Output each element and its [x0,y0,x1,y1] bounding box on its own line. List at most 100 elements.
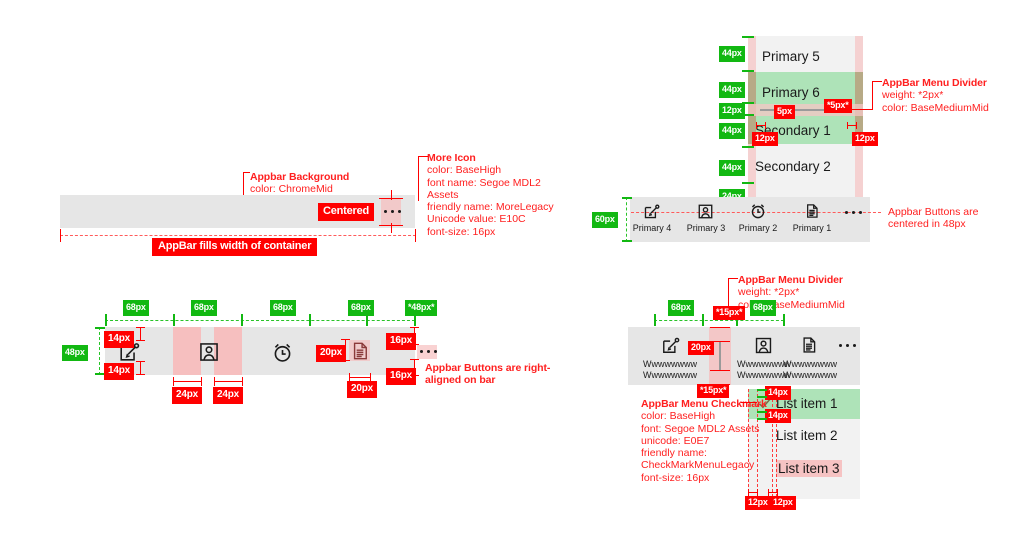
more-icon-annotation: More Icon color: BaseHigh font name: Seg… [427,152,554,238]
bar-button-label-line2: Wwwwwwww [783,370,837,380]
divider-bottom-pad-tag: *15px* [697,384,730,398]
measure-tick [410,359,419,360]
bar-height-tag: 48px [62,345,88,361]
glyph-height-tag: 20px [347,381,377,398]
leader-line-h [872,81,882,82]
measure-tick [702,314,704,326]
measure-tick [847,122,848,129]
measure-tick [765,122,766,129]
measure-tick [136,327,145,328]
divider-left-pad-tag: 12px [752,132,778,146]
measure-tick [214,381,243,382]
fills-width-tag: AppBar fills width of container [152,238,318,256]
measure-tick [242,377,243,386]
contact-icon[interactable] [198,341,220,363]
text-guide-left [776,389,777,497]
measure-tick [654,314,656,326]
height-measure-rail [99,327,100,375]
button-width-tag: 68px [191,300,217,316]
more-icon[interactable] [420,350,437,353]
divider-gap-left-tag: 5px [774,105,795,119]
divider-zone-tag: 12px [719,103,745,119]
leader-line-v [872,81,873,109]
leader-line-h [741,402,757,403]
measure-tick [414,327,415,345]
bar-button-label: Primary 4 [632,223,672,233]
measure-tick [201,377,202,386]
menu-item-label: Secondary 2 [755,158,831,174]
measure-tick [742,36,754,38]
divider-top-pad-tag: *15px* [713,306,746,320]
glyph-width-tag: 20px [688,341,714,355]
contact-icon[interactable] [754,336,773,355]
list-item-label[interactable]: List item 3 [776,460,842,477]
width-measure-rail [654,320,784,321]
more-icon[interactable] [845,211,862,214]
gap-right-tag: 24px [213,387,243,404]
list-item-label[interactable]: List item 2 [776,428,838,443]
more-icon[interactable] [384,210,401,213]
measure-tick [136,361,145,362]
measure-tick [768,489,769,496]
measure-tick [140,361,141,375]
spec-sheet: Appbar Background color: ChromeMid More … [0,0,1024,550]
measure-tick [414,359,415,376]
guide-end-cap [60,229,61,242]
measure-tick [742,70,754,72]
measure-tick [241,314,243,326]
measure-tick [140,327,141,341]
divider-gap-right-tag: *5px* [824,99,852,113]
text-left-pad-tag: 12px [770,496,796,510]
menu-item-primary-5[interactable]: Primary 5 [762,42,857,70]
measure-tick [391,223,392,233]
document-icon[interactable] [350,341,370,361]
leader-line-h [728,278,738,279]
bar-height-tag: 60px [592,212,618,228]
menu-item-secondary-2[interactable]: Secondary 2 [755,152,860,180]
edit-icon[interactable] [661,336,680,355]
measure-tick [410,375,419,376]
measure-tick [345,339,346,361]
measure-tick [757,489,758,496]
measure-tick [622,240,632,242]
checkmark-top-tag: 14px [765,386,791,400]
measure-tick [349,377,371,378]
measure-tick [391,190,392,200]
measure-tick [777,489,778,496]
gap-left-tag: 24px [172,387,202,404]
measure-tick [742,182,754,184]
edit-icon[interactable] [643,203,660,220]
measure-tick [710,370,730,371]
measure-tick [783,314,785,326]
alarm-icon[interactable] [749,202,767,220]
bar-button-label-line2: Wwwwwwww [643,370,697,380]
document-icon[interactable] [804,203,820,219]
right-aligned-note: Appbar Buttons are right- aligned on bar [425,362,551,387]
row-height-tag: 44px [719,82,745,98]
contact-icon[interactable] [697,203,714,220]
measure-tick [136,374,145,375]
alarm-icon[interactable] [271,341,294,364]
icon-bottom-padding-tag: 14px [104,363,134,380]
measure-tick [710,384,730,385]
centering-note: Appbar Buttons are centered in 48px [888,206,979,231]
more-icon[interactable] [839,344,856,347]
centered-tag: Centered [318,203,375,221]
measure-tick [136,340,145,341]
button-width-tag: *48px* [405,300,438,316]
measure-tick [410,344,419,345]
measure-tick [410,327,419,328]
measure-tick [756,122,757,129]
bar-button-label-line1: Wwwwwwww [783,359,837,369]
checkmark-left-pad-tag: 12px [745,496,771,510]
height-measure-rail [626,197,627,242]
guide-end-cap [415,229,416,242]
measure-tick [757,389,767,391]
button-width-tag: 68px [668,300,694,316]
fill-width-guide [60,235,416,236]
row-height-tag: 44px [719,123,745,139]
measure-tick [341,339,350,340]
document-icon[interactable] [800,336,818,354]
leader-line-h [845,109,873,110]
measure-tick [173,381,202,382]
